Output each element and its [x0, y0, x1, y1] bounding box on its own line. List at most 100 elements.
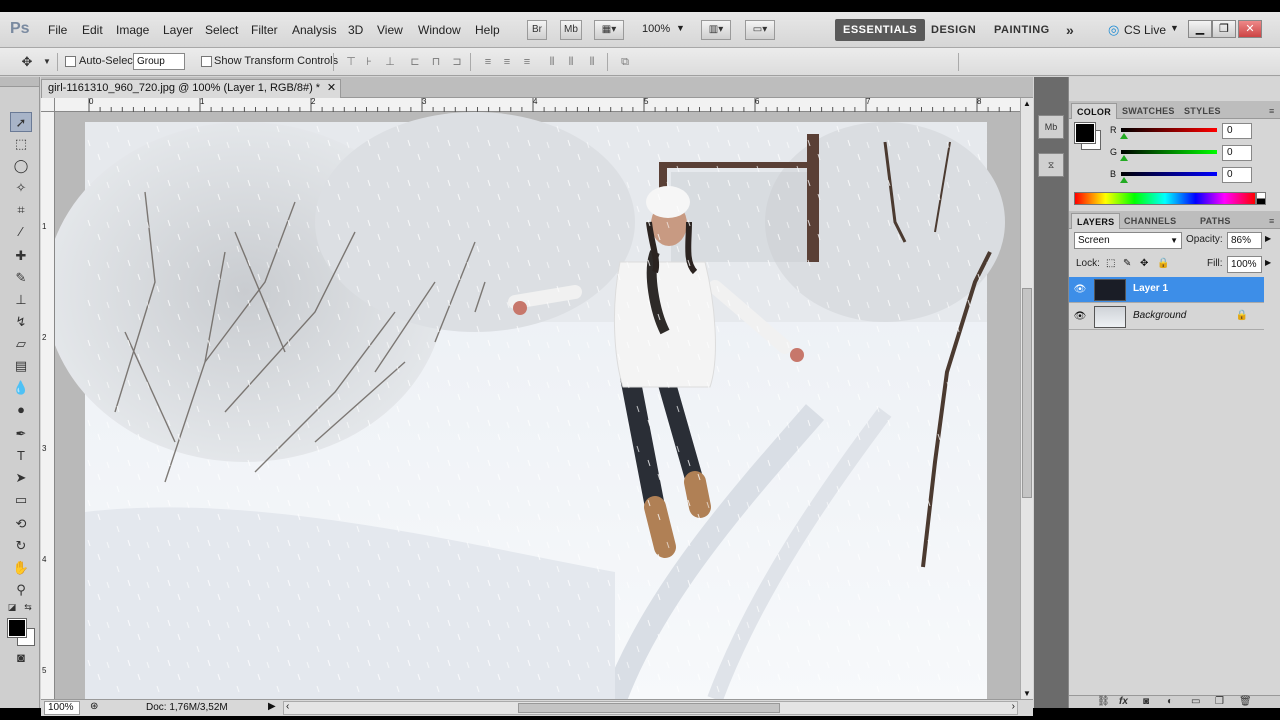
blue-slider[interactable] [1121, 172, 1217, 176]
black-white-ramp[interactable] [1256, 192, 1266, 205]
menu-image[interactable]: Image [116, 23, 149, 37]
menu-layer[interactable]: Layer [163, 23, 193, 37]
move-tool-preset-icon[interactable]: ✥ [20, 55, 34, 69]
arrange-documents-icon[interactable]: ▥▾ [701, 20, 731, 40]
distribute-hcenter-icon[interactable]: ⦀ [564, 55, 578, 69]
adjustment-layer-icon[interactable]: ◐ [1167, 696, 1173, 707]
auto-select-checkbox[interactable] [65, 56, 76, 67]
tab-styles[interactable]: STYLES [1179, 103, 1226, 119]
swap-colors-icon[interactable]: ⇆ [22, 597, 34, 617]
align-top-icon[interactable]: ⊤ [344, 55, 358, 69]
marquee-tool-icon[interactable]: ⬚ [10, 134, 32, 154]
history-brush-tool-icon[interactable]: ↯ [10, 312, 32, 332]
green-slider[interactable] [1121, 150, 1217, 154]
foreground-color-swatch[interactable] [7, 618, 27, 638]
auto-select-dropdown[interactable]: Group [133, 53, 185, 70]
align-hcenter-icon[interactable]: ⊓ [429, 55, 443, 69]
screen-mode-icon[interactable]: ▭▾ [745, 20, 775, 40]
scroll-down-icon[interactable]: ▼ [1023, 689, 1031, 698]
lock-position-icon[interactable]: ✥ [1140, 258, 1148, 269]
menu-file[interactable]: File [48, 23, 67, 37]
extras-icon[interactable]: ▦▾ [594, 20, 624, 40]
horizontal-scroll-thumb[interactable] [518, 703, 780, 713]
vertical-ruler[interactable]: 1 2 3 4 5 [41, 112, 55, 699]
zoom-field[interactable]: 100% [44, 701, 80, 715]
tab-layers[interactable]: LAYERS [1071, 213, 1121, 229]
menu-edit[interactable]: Edit [82, 23, 103, 37]
visibility-eye-icon[interactable]: 👁 [1072, 282, 1088, 298]
brush-tool-icon[interactable]: ✎ [10, 268, 32, 288]
tab-color[interactable]: COLOR [1071, 103, 1117, 119]
add-mask-icon[interactable]: ◙ [1143, 696, 1149, 707]
shape-tool-icon[interactable]: ▭ [10, 490, 32, 510]
opacity-input[interactable]: 86% [1227, 232, 1262, 249]
eyedropper-tool-icon[interactable]: ⁄ [10, 222, 32, 242]
layer-name[interactable]: Background [1133, 310, 1186, 321]
more-workspaces-icon[interactable]: » [1066, 19, 1074, 41]
distribute-left-icon[interactable]: ⦀ [545, 55, 559, 69]
dodge-tool-icon[interactable]: ● [10, 400, 32, 420]
distribute-top-icon[interactable]: ≡ [481, 55, 495, 69]
vertical-scroll-thumb[interactable] [1022, 288, 1032, 498]
close-button[interactable]: ✕ [1238, 20, 1262, 38]
align-vcenter-icon[interactable]: ⊦ [362, 55, 376, 69]
layer-name[interactable]: Layer 1 [1133, 283, 1168, 294]
lock-transparent-icon[interactable]: ⬚ [1106, 258, 1115, 269]
lock-pixels-icon[interactable]: ✎ [1123, 258, 1131, 269]
menu-analysis[interactable]: Analysis [292, 23, 337, 37]
history-panel-icon[interactable]: ⧖ [1038, 153, 1064, 177]
status-info-icon[interactable]: ⊛ [90, 701, 98, 712]
workspace-painting[interactable]: PAINTING [994, 19, 1050, 41]
blue-slider-knob[interactable] [1120, 177, 1128, 183]
red-slider[interactable] [1121, 128, 1217, 132]
show-transform-checkbox[interactable] [201, 56, 212, 67]
fill-input[interactable]: 100% [1227, 256, 1262, 273]
menu-help[interactable]: Help [475, 23, 500, 37]
clone-stamp-tool-icon[interactable]: ⊥ [10, 290, 32, 310]
default-colors-icon[interactable]: ◪ [6, 597, 18, 617]
hand-tool-icon[interactable]: ✋ [10, 558, 32, 578]
scroll-left-icon[interactable]: ‹ [286, 701, 289, 712]
new-group-icon[interactable]: ▭ [1191, 696, 1200, 707]
3d-rotate-tool-icon[interactable]: ⟲ [10, 514, 32, 534]
gradient-tool-icon[interactable]: ▤ [10, 356, 32, 376]
green-value-input[interactable]: 0 [1222, 145, 1252, 161]
menu-3d[interactable]: 3D [348, 23, 363, 37]
align-bottom-icon[interactable]: ⊥ [383, 55, 397, 69]
minimize-button[interactable]: ▁ [1188, 20, 1212, 38]
move-tool-icon[interactable]: ➚ [10, 112, 32, 132]
lock-all-icon[interactable]: 🔒 [1157, 258, 1169, 269]
eraser-tool-icon[interactable]: ▱ [10, 334, 32, 354]
lasso-tool-icon[interactable]: ◯ [10, 156, 32, 176]
green-slider-knob[interactable] [1120, 155, 1128, 161]
quick-mask-icon[interactable]: ◙ [10, 648, 32, 668]
horizontal-ruler[interactable]: 0 1 2 3 4 5 6 7 8 [55, 97, 1020, 112]
ruler-origin[interactable] [41, 98, 55, 112]
visibility-eye-icon[interactable]: 👁 [1072, 309, 1088, 325]
crop-tool-icon[interactable]: ⌗ [10, 200, 32, 220]
document-tab[interactable]: girl-1161310_960_720.jpg @ 100% (Layer 1… [41, 79, 342, 98]
panel-menu-icon[interactable]: ≡ [1264, 213, 1280, 229]
layer-row[interactable]: 👁 Layer 1 [1069, 277, 1264, 303]
tab-swatches[interactable]: SWATCHES [1117, 103, 1180, 119]
path-selection-tool-icon[interactable]: ➤ [10, 468, 32, 488]
3d-orbit-tool-icon[interactable]: ↻ [10, 536, 32, 556]
blend-mode-dropdown[interactable]: Screen ▼ [1074, 232, 1182, 249]
tab-channels[interactable]: CHANNELS [1119, 213, 1181, 229]
scroll-right-icon[interactable]: › [1012, 701, 1015, 712]
quick-selection-tool-icon[interactable]: ✧ [10, 178, 32, 198]
preset-chevron-icon[interactable]: ▼ [40, 55, 54, 69]
menu-window[interactable]: Window [418, 23, 461, 37]
align-right-icon[interactable]: ⊐ [450, 55, 464, 69]
minibridge-button[interactable]: Mb [560, 20, 582, 40]
panel-grip[interactable] [0, 77, 39, 87]
minibridge-panel-icon[interactable]: Mb [1038, 115, 1064, 139]
distribute-vcenter-icon[interactable]: ≡ [500, 55, 514, 69]
restore-button[interactable]: ❐ [1212, 20, 1236, 38]
distribute-bottom-icon[interactable]: ≡ [520, 55, 534, 69]
status-menu-arrow-icon[interactable]: ▶ [268, 701, 276, 712]
document-canvas[interactable] [55, 112, 1020, 699]
panel-menu-icon[interactable]: ≡ [1264, 103, 1280, 119]
red-value-input[interactable]: 0 [1222, 123, 1252, 139]
zoom-level-dropdown[interactable]: 100% [642, 23, 670, 35]
